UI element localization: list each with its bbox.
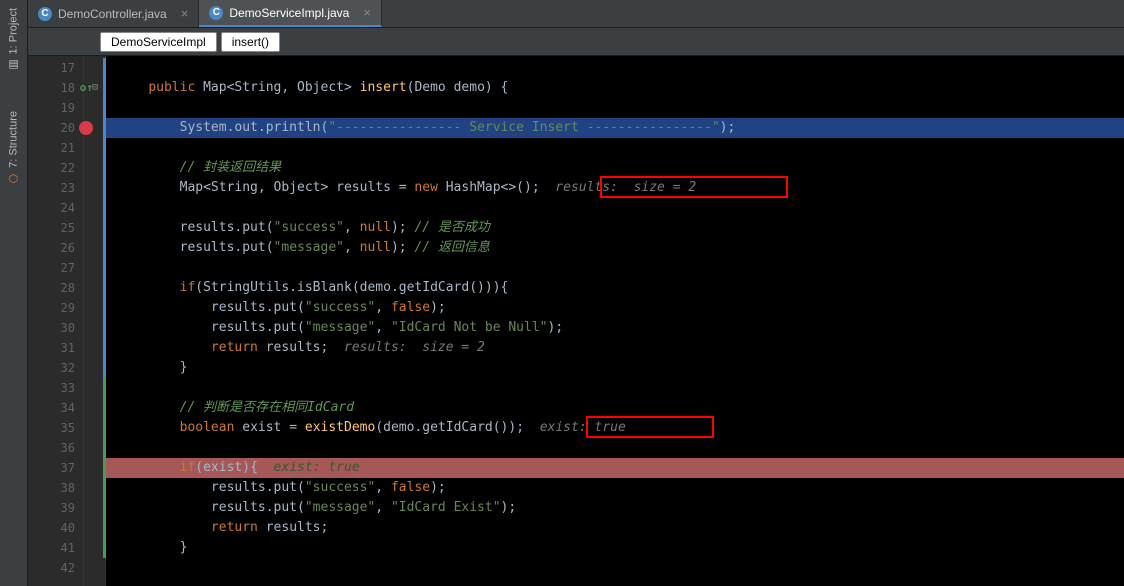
- line-32: }: [103, 358, 1124, 378]
- crumb-method[interactable]: insert(): [221, 32, 280, 52]
- gutter-20: 20: [28, 118, 75, 138]
- line-28: if(StringUtils.isBlank(demo.getIdCard())…: [103, 278, 1124, 298]
- close-icon[interactable]: ×: [363, 5, 371, 20]
- gutter-39: 39: [28, 498, 75, 518]
- line-25: results.put("success", null); // 是否成功: [103, 218, 1124, 238]
- gutter-38: 38: [28, 478, 75, 498]
- gutter-23: 23: [28, 178, 75, 198]
- line-20: System.out.println("---------------- Ser…: [103, 118, 1124, 138]
- line-33: [103, 378, 1124, 398]
- line-41: }: [103, 538, 1124, 558]
- gutter-42: 42: [28, 558, 75, 578]
- code-content[interactable]: ⊟ public Map<String, Object> insert(Demo…: [106, 56, 1124, 586]
- line-21: [103, 138, 1124, 158]
- gutter-34: 34: [28, 398, 75, 418]
- inline-hint-exist: exist: true: [524, 420, 626, 435]
- gutter-24: 24: [28, 198, 75, 218]
- gutter-37: 37: [28, 458, 75, 478]
- line-37: if(exist){ exist: true: [103, 458, 1124, 478]
- line-36: [103, 438, 1124, 458]
- gutter-22: 22: [28, 158, 75, 178]
- line-17: [103, 58, 1124, 78]
- editor-tabs: C DemoController.java × C DemoServiceImp…: [28, 0, 1124, 28]
- inline-hint-results2: results: size = 2: [328, 340, 485, 355]
- line-24: [103, 198, 1124, 218]
- breadcrumb: DemoServiceImpl insert(): [28, 28, 1124, 56]
- line-40: return results;: [103, 518, 1124, 538]
- gutter-32: 32: [28, 358, 75, 378]
- gutter-36: 36: [28, 438, 75, 458]
- gutter-35: 35: [28, 418, 75, 438]
- gutter-18: 18o↑: [28, 78, 75, 98]
- gutter-29: 29: [28, 298, 75, 318]
- crumb-class[interactable]: DemoServiceImpl: [100, 32, 217, 52]
- gutter-31: 31: [28, 338, 75, 358]
- close-icon[interactable]: ×: [181, 6, 189, 21]
- tab-demoserviceimpl[interactable]: C DemoServiceImpl.java ×: [199, 0, 382, 27]
- line-31: return results; results: size = 2: [103, 338, 1124, 358]
- gutter-41: 41: [28, 538, 75, 558]
- gutter-25: 25: [28, 218, 75, 238]
- line-26: results.put("message", null); // 返回信息: [103, 238, 1124, 258]
- line-27: [103, 258, 1124, 278]
- sidebar-label: 7: Structure: [8, 111, 20, 168]
- line-35: boolean exist = existDemo(demo.getIdCard…: [103, 418, 1124, 438]
- line-22: // 封装返回结果: [103, 158, 1124, 178]
- line-38: results.put("success", false);: [103, 478, 1124, 498]
- java-class-icon: C: [209, 6, 223, 20]
- override-icon[interactable]: o↑: [79, 78, 93, 92]
- main-area: C DemoController.java × C DemoServiceImp…: [28, 0, 1124, 586]
- line-42: [106, 558, 1124, 578]
- sidebar-structure[interactable]: ⬡ 7: Structure: [7, 111, 20, 185]
- gutter-33: 33: [28, 378, 75, 398]
- sidebar-label: 1: Project: [8, 8, 20, 54]
- java-class-icon: C: [38, 7, 52, 21]
- gutter-40: 40: [28, 518, 75, 538]
- gutter-21: 21: [28, 138, 75, 158]
- code-editor[interactable]: 17 18o↑ 19 20 21 22 23 24 25 26 27 28 29…: [28, 56, 1124, 586]
- fold-icon[interactable]: ⊟: [92, 78, 98, 98]
- tab-label: DemoController.java: [58, 7, 167, 21]
- tab-label: DemoServiceImpl.java: [229, 6, 349, 20]
- line-39: results.put("message", "IdCard Exist");: [103, 498, 1124, 518]
- line-23: Map<String, Object> results = new HashMa…: [103, 178, 1124, 198]
- gutter-17: 17: [28, 58, 75, 78]
- breakpoint-icon[interactable]: [79, 121, 93, 135]
- line-18: ⊟ public Map<String, Object> insert(Demo…: [103, 78, 1124, 98]
- inline-hint-results: results: size = 2: [540, 180, 697, 195]
- line-34: // 判断是否存在相同IdCard: [103, 398, 1124, 418]
- gutter-26: 26: [28, 238, 75, 258]
- gutter-28: 28: [28, 278, 75, 298]
- line-gutter: 17 18o↑ 19 20 21 22 23 24 25 26 27 28 29…: [28, 56, 84, 586]
- line-19: [103, 98, 1124, 118]
- sidebar-project[interactable]: ▤ 1: Project: [7, 8, 20, 71]
- structure-icon: ⬡: [7, 172, 20, 185]
- line-30: results.put("message", "IdCard Not be Nu…: [103, 318, 1124, 338]
- gutter-19: 19: [28, 98, 75, 118]
- inline-hint-exist2: exist: true: [258, 460, 360, 475]
- line-29: results.put("success", false);: [103, 298, 1124, 318]
- left-toolbar: ▤ 1: Project ⬡ 7: Structure: [0, 0, 28, 586]
- tab-democontroller[interactable]: C DemoController.java ×: [28, 0, 199, 27]
- gutter-27: 27: [28, 258, 75, 278]
- gutter-30: 30: [28, 318, 75, 338]
- project-icon: ▤: [7, 58, 20, 71]
